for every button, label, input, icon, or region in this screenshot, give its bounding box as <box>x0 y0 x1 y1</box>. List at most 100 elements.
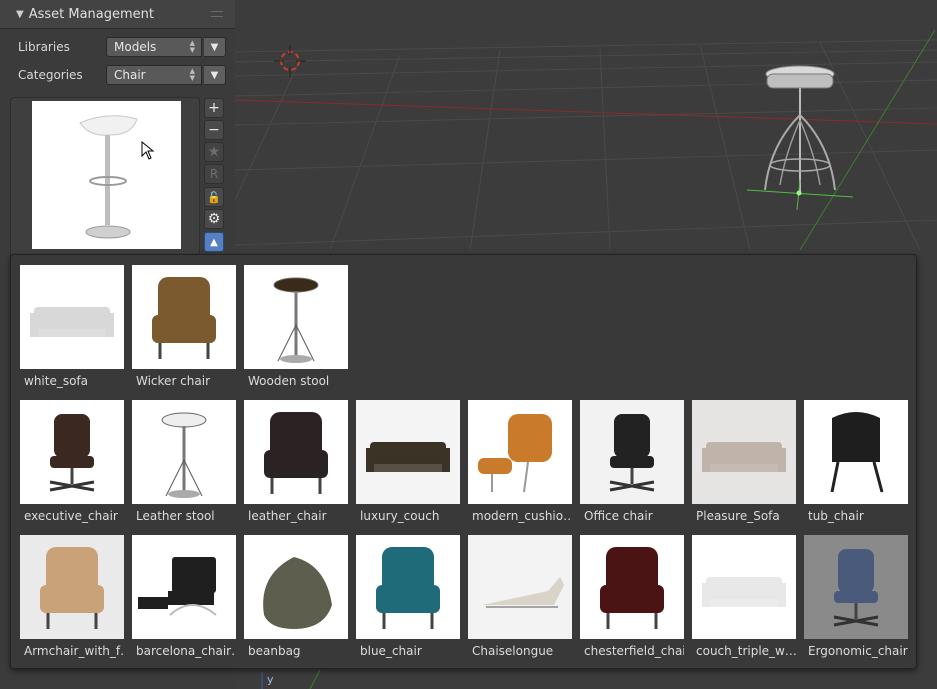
asset-item[interactable]: Armchair_with_f… <box>20 535 124 660</box>
asset-item[interactable]: tub_chair <box>804 400 908 525</box>
collapse-triangle-icon[interactable]: ▼ <box>16 9 24 20</box>
asset-thumbnail-image <box>376 547 440 629</box>
asset-thumbnail-image <box>609 414 655 492</box>
asset-thumbnail-image <box>161 412 207 498</box>
categories-value: Chair <box>114 68 146 82</box>
asset-thumbnail <box>244 400 348 504</box>
asset-thumbnail-image <box>40 547 104 629</box>
axis-label-y: y <box>267 673 274 686</box>
asset-name: Ergonomic_chair <box>808 644 908 658</box>
asset-item[interactable]: leather_chair <box>244 400 348 525</box>
asset-item[interactable]: barcelona_chair… <box>132 535 236 660</box>
libraries-value: Models <box>114 40 157 54</box>
categories-label: Categories <box>18 68 83 82</box>
asset-name: beanbag <box>248 644 301 658</box>
settings-button[interactable]: ⚙ <box>204 209 224 229</box>
panel-title: Asset Management <box>28 6 155 22</box>
asset-name: Armchair_with_f… <box>24 644 124 658</box>
asset-thumbnail <box>804 400 908 504</box>
categories-row: Categories Chair ▲ ▼ ▼ <box>18 65 226 85</box>
viewport-stool-object[interactable] <box>745 60 855 210</box>
categories-menu-button[interactable]: ▼ <box>204 65 226 85</box>
asset-name: leather_chair <box>248 509 327 523</box>
asset-thumbnail-image <box>702 442 786 472</box>
asset-thumbnail-image <box>702 577 786 607</box>
asset-item[interactable]: white_sofa <box>20 265 124 390</box>
asset-item[interactable]: Office chair <box>580 400 684 525</box>
categories-dropdown[interactable]: Chair ▲ ▼ <box>106 65 202 85</box>
up-down-arrows-icon: ▲ ▼ <box>189 67 195 82</box>
asset-thumbnail <box>20 400 124 504</box>
asset-thumbnail-image <box>264 412 328 494</box>
r-icon: R <box>209 167 219 181</box>
plus-icon: + <box>208 100 220 116</box>
asset-item[interactable]: Chaiselongue <box>468 535 572 660</box>
asset-name: Wicker chair <box>136 374 211 388</box>
panel-header[interactable]: ▼ Asset Management <box>0 0 235 29</box>
asset-item[interactable]: modern_cushio… <box>468 400 572 525</box>
asset-thumbnail <box>580 535 684 639</box>
mouse-cursor-icon <box>141 141 155 160</box>
lock-button[interactable]: 🔓 <box>204 187 224 207</box>
3d-cursor-icon <box>274 45 306 77</box>
lock-icon: 🔓 <box>207 190 221 204</box>
asset-name: Leather stool <box>136 509 215 523</box>
chevron-down-icon: ▼ <box>210 69 219 81</box>
chevron-down-icon: ▼ <box>210 41 219 53</box>
up-down-arrows-icon: ▲ ▼ <box>189 39 195 54</box>
favorite-button[interactable]: ★ <box>204 142 224 162</box>
asset-name: Pleasure_Sofa <box>696 509 780 523</box>
asset-item[interactable]: beanbag <box>244 535 348 660</box>
asset-thumbnail <box>804 535 908 639</box>
asset-thumbnail-image <box>478 414 552 493</box>
asset-item[interactable]: Wicker chair <box>132 265 236 390</box>
add-asset-button[interactable]: + <box>204 98 224 118</box>
asset-thumbnail-image <box>273 277 319 363</box>
asset-item[interactable]: chesterfield_chair <box>580 535 684 660</box>
asset-item[interactable]: executive_chair <box>20 400 124 525</box>
minus-icon: − <box>208 122 220 138</box>
asset-item[interactable]: Ergonomic_chair <box>804 535 908 660</box>
active-asset-preview[interactable] <box>32 101 181 249</box>
asset-thumbnail-image <box>833 549 879 627</box>
remove-asset-button[interactable]: − <box>204 120 224 140</box>
asset-thumbnail <box>356 535 460 639</box>
asset-name: tub_chair <box>808 509 864 523</box>
star-icon: ★ <box>207 144 221 160</box>
asset-name: barcelona_chair… <box>136 644 236 658</box>
asset-name: couch_triple_w… <box>696 644 796 658</box>
asset-thumbnail <box>692 535 796 639</box>
asset-thumbnail <box>692 400 796 504</box>
leather-stool-preview-image <box>79 115 138 239</box>
asset-item[interactable]: couch_triple_w… <box>692 535 796 660</box>
asset-thumbnail-image <box>482 577 564 608</box>
asset-thumbnail <box>244 265 348 369</box>
libraries-menu-button[interactable]: ▼ <box>204 37 226 57</box>
libraries-dropdown[interactable]: Models ▲ ▼ <box>106 37 202 57</box>
drag-grip-icon[interactable] <box>211 11 223 17</box>
asset-name: blue_chair <box>360 644 422 658</box>
asset-item[interactable]: Leather stool <box>132 400 236 525</box>
asset-item[interactable]: Pleasure_Sofa <box>692 400 796 525</box>
asset-name: Office chair <box>584 509 653 523</box>
replace-button[interactable]: R <box>204 164 224 184</box>
libraries-label: Libraries <box>18 40 70 54</box>
asset-item[interactable]: Wooden stool <box>244 265 348 390</box>
asset-thumbnail <box>20 265 124 369</box>
asset-thumbnail-image <box>830 412 884 493</box>
asset-thumbnail-image <box>366 442 450 472</box>
asset-item[interactable]: blue_chair <box>356 535 460 660</box>
asset-thumbnail-image <box>49 414 95 492</box>
asset-thumbnail <box>132 535 236 639</box>
gear-icon: ⚙ <box>207 211 221 227</box>
asset-thumbnail <box>580 400 684 504</box>
asset-thumbnail <box>244 535 348 639</box>
asset-thumbnail <box>356 400 460 504</box>
asset-thumbnail-image <box>30 307 114 337</box>
asset-name: Chaiselongue <box>472 644 554 658</box>
asset-browser-popup: white_sofa Wicker chair Wooden stool execut… <box>10 254 917 669</box>
collapse-browser-button[interactable]: ▲ <box>204 232 224 252</box>
asset-thumbnail <box>20 535 124 639</box>
asset-item[interactable]: luxury_couch <box>356 400 460 525</box>
asset-name: modern_cushio… <box>472 509 572 523</box>
